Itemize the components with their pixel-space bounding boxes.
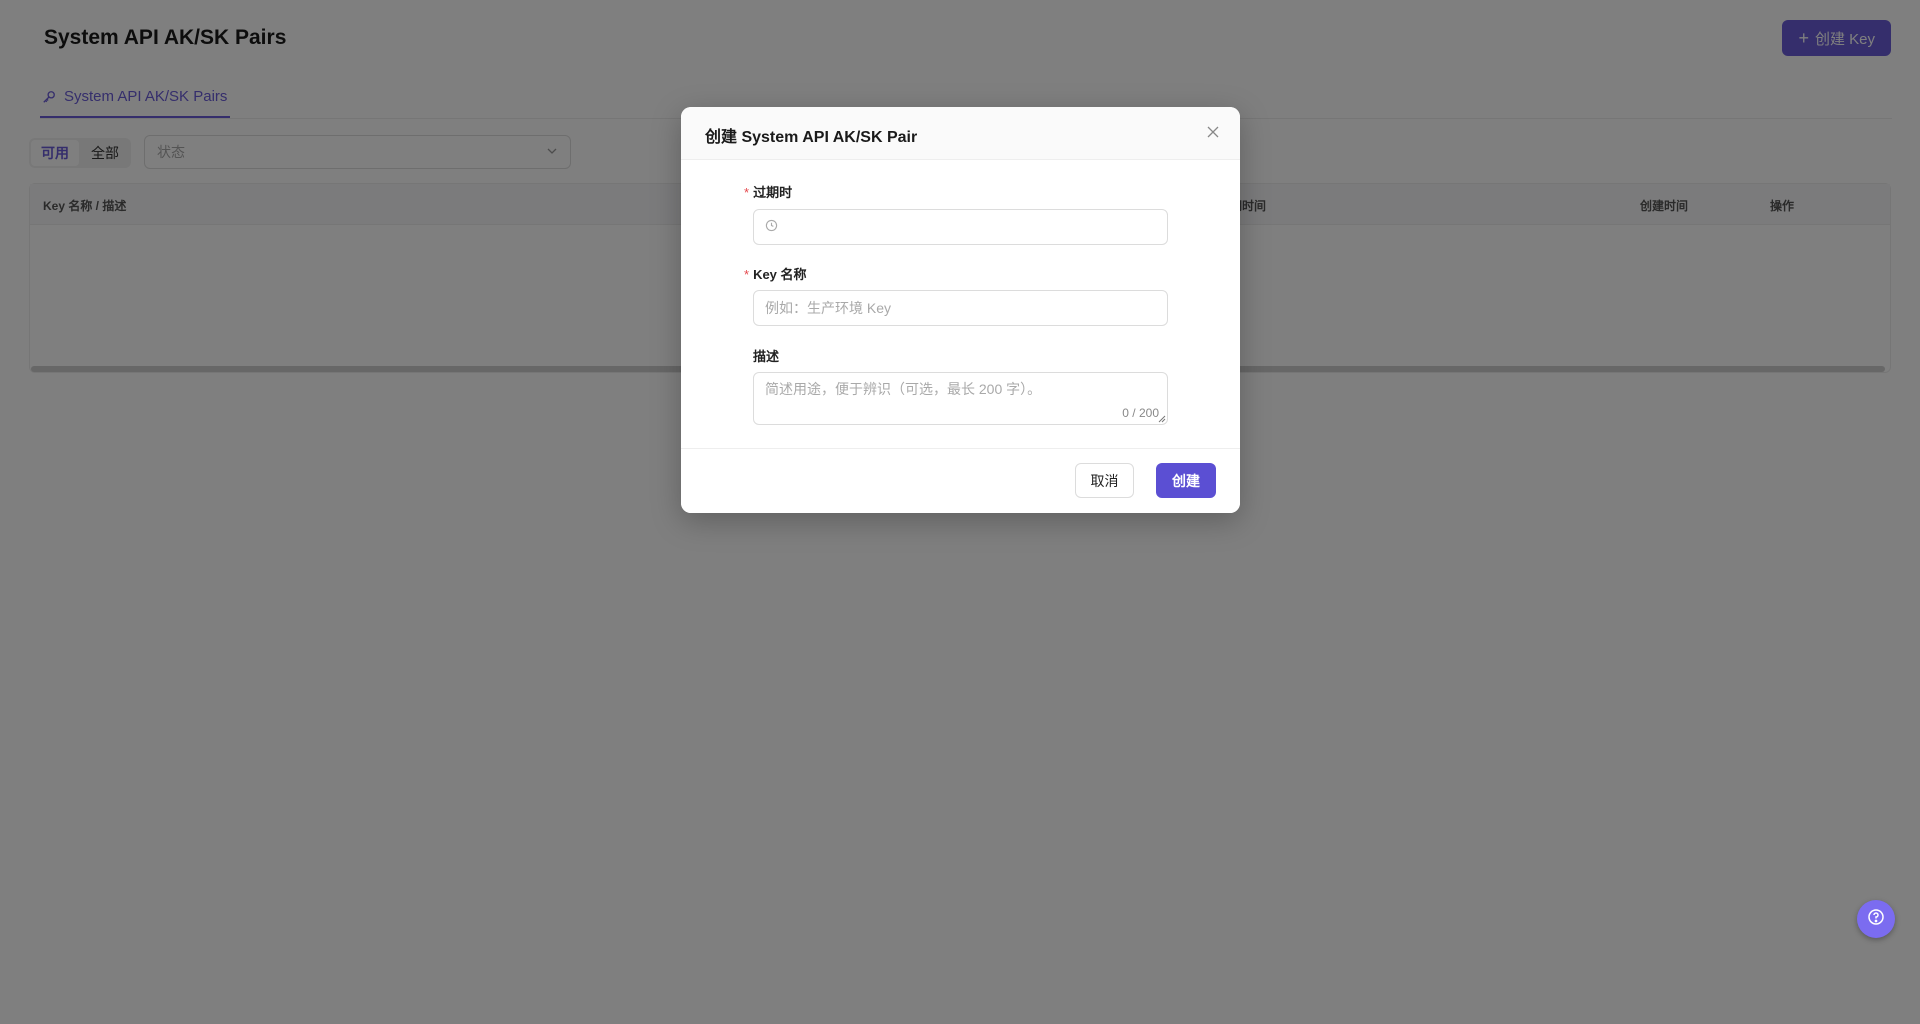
dialog-header: 创建 System API AK/SK Pair xyxy=(681,107,1240,160)
cancel-button[interactable]: 取消 xyxy=(1075,463,1134,498)
resize-handle-icon[interactable] xyxy=(1158,415,1166,423)
create-button[interactable]: 创建 xyxy=(1156,463,1216,498)
expiry-label-text: 过期时 xyxy=(753,185,793,200)
key-name-placeholder: 例如：生产环境 Key xyxy=(765,300,892,316)
description-textarea[interactable]: 简述用途，便于辨识（可选，最长 200 字）。 0 / 200 xyxy=(753,372,1168,425)
clock-icon xyxy=(765,219,778,235)
required-asterisk: * xyxy=(744,267,750,282)
expiry-date-picker[interactable] xyxy=(753,209,1168,245)
description-placeholder: 简述用途，便于辨识（可选，最长 200 字）。 xyxy=(765,381,1042,397)
key-name-label: * Key 名称 xyxy=(744,264,807,283)
create-pair-dialog: 创建 System API AK/SK Pair * 过期时 * Key 名称 例如… xyxy=(681,107,1240,513)
dialog-footer: 取消 创建 xyxy=(681,448,1240,513)
expiry-label: * 过期时 xyxy=(744,182,792,201)
help-button[interactable] xyxy=(1857,900,1895,938)
key-name-label-text: Key 名称 xyxy=(753,267,807,282)
close-icon[interactable] xyxy=(1204,123,1222,141)
help-icon xyxy=(1867,908,1885,931)
dialog-body: * 过期时 * Key 名称 例如：生产环境 Key 描述 简述用途，便于辨识（可选… xyxy=(681,160,1240,456)
description-label: 描述 xyxy=(753,349,780,364)
required-asterisk: * xyxy=(744,185,750,200)
dialog-title: 创建 System API AK/SK Pair xyxy=(705,129,918,146)
key-name-input[interactable]: 例如：生产环境 Key xyxy=(753,290,1168,326)
character-counter: 0 / 200 xyxy=(1122,406,1159,420)
